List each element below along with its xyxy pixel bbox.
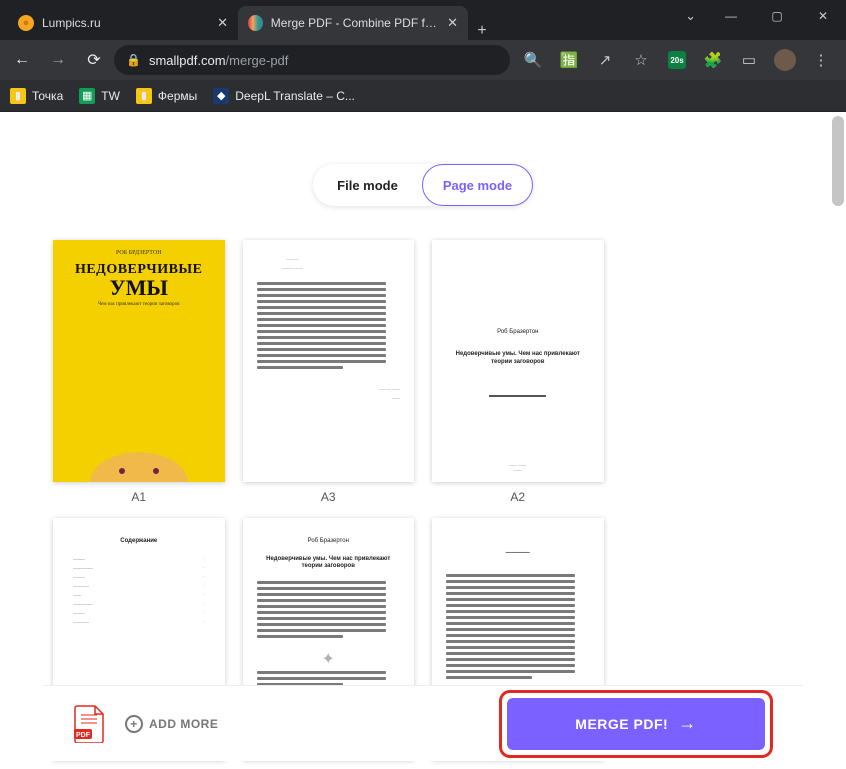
add-more-label: ADD MORE: [149, 717, 218, 731]
nav-reload-button[interactable]: ⟳: [78, 44, 110, 76]
close-icon[interactable]: ✕: [217, 15, 228, 31]
window-minimize-button[interactable]: ―: [708, 0, 754, 32]
page-thumb: Роб Бразертон Недоверчивые умы. Чем нас …: [432, 240, 604, 482]
tabstrip-chevron-icon[interactable]: ⌄: [685, 8, 696, 24]
page-label: A1: [53, 490, 225, 504]
file-mode-button[interactable]: File mode: [313, 164, 422, 206]
tab-lumpics[interactable]: ● Lumpics.ru ✕: [8, 6, 238, 40]
page-label: A3: [243, 490, 415, 504]
merge-pdf-button[interactable]: MERGE PDF! →: [507, 698, 765, 750]
page-thumb: ——— ——— —— ——— —— ——: [243, 240, 415, 482]
bookmark-label: Точка: [32, 89, 63, 103]
tabs: ● Lumpics.ru ✕ Merge PDF - Combine PDF f…: [8, 6, 496, 40]
omnibox[interactable]: 🔒 smallpdf.com/merge-pdf: [114, 45, 510, 75]
bookmark-tochka[interactable]: ▮ Точка: [10, 88, 63, 104]
bookmark-fermy[interactable]: ▮ Фермы: [136, 88, 197, 104]
bookmarks-bar: ▮ Точка ▦ TW ▮ Фермы ◆ DeepL Translate –…: [0, 80, 846, 112]
nav-forward-button[interactable]: →: [42, 44, 74, 76]
nav-back-button[interactable]: ←: [6, 44, 38, 76]
page-mode-button[interactable]: Page mode: [422, 164, 533, 206]
bookmark-label: DeepL Translate – С...: [235, 89, 355, 103]
window-close-button[interactable]: ✕: [800, 0, 846, 32]
tab-title: Lumpics.ru: [42, 16, 101, 30]
page-label: A2: [432, 490, 604, 504]
bookmark-tw[interactable]: ▦ TW: [79, 88, 120, 104]
folder-icon: ▮: [136, 88, 152, 104]
address-bar: ← → ⟳ 🔒 smallpdf.com/merge-pdf 🔍 🈯 ↗ ☆ 2…: [0, 40, 846, 80]
plus-icon: +: [125, 715, 143, 733]
close-icon[interactable]: ✕: [447, 15, 458, 31]
titlebar: ⌄ ― ▢ ✕ ● Lumpics.ru ✕ Merge PDF - Combi…: [0, 0, 846, 40]
lock-icon: 🔒: [126, 53, 141, 67]
scrollbar-thumb[interactable]: [832, 116, 844, 206]
page-content: File mode Page mode РОБ БРДЗЕРТОН НЕДОВЕ…: [0, 112, 846, 769]
scrollbar[interactable]: [832, 116, 844, 765]
mode-toggle: File mode Page mode: [313, 164, 533, 206]
page-a2[interactable]: Роб Бразертон Недоверчивые умы. Чем нас …: [432, 240, 604, 504]
favicon-smallpdf-icon: [248, 15, 263, 31]
share-icon[interactable]: ↗: [590, 45, 620, 75]
url-path: /merge-pdf: [226, 53, 289, 68]
favicon-lumpics-icon: ●: [18, 15, 34, 31]
profile-avatar[interactable]: [770, 45, 800, 75]
window-controls: ― ▢ ✕: [708, 0, 846, 32]
bookmark-label: TW: [101, 89, 120, 103]
page-a1[interactable]: РОБ БРДЗЕРТОН НЕДОВЕРЧИВЫЕ УМЫ Чем нас п…: [53, 240, 225, 504]
extension-badge[interactable]: 20s: [662, 45, 692, 75]
arrow-right-icon: →: [678, 713, 697, 734]
svg-text:PDF: PDF: [76, 732, 91, 739]
deepl-icon: ◆: [213, 88, 229, 104]
menu-icon[interactable]: ⋮: [806, 45, 836, 75]
pdf-file-icon: PDF: [73, 705, 105, 743]
url-domain: smallpdf.com: [149, 53, 226, 68]
sheet-icon: ▦: [79, 88, 95, 104]
tab-title: Merge PDF - Combine PDF files o: [271, 16, 439, 30]
bottom-bar: PDF + ADD MORE MERGE PDF! →: [43, 685, 803, 761]
merge-label: MERGE PDF!: [575, 716, 668, 732]
bookmark-label: Фермы: [158, 89, 197, 103]
page-thumb: РОБ БРДЗЕРТОН НЕДОВЕРЧИВЫЕ УМЫ Чем нас п…: [53, 240, 225, 482]
new-tab-button[interactable]: +: [468, 22, 496, 40]
page-a3[interactable]: ——— ——— —— ——— —— —— A3: [243, 240, 415, 504]
search-icon[interactable]: 🔍: [518, 45, 548, 75]
window-maximize-button[interactable]: ▢: [754, 0, 800, 32]
reader-icon[interactable]: ▭: [734, 45, 764, 75]
folder-icon: ▮: [10, 88, 26, 104]
bookmark-icon[interactable]: ☆: [626, 45, 656, 75]
extensions-icon[interactable]: 🧩: [698, 45, 728, 75]
pages-grid: РОБ БРДЗЕРТОН НЕДОВЕРЧИВЫЕ УМЫ Чем нас п…: [43, 240, 803, 760]
translate-icon[interactable]: 🈯: [554, 45, 584, 75]
bookmark-deepl[interactable]: ◆ DeepL Translate – С...: [213, 88, 355, 104]
merge-highlight: MERGE PDF! →: [499, 690, 773, 758]
add-more-button[interactable]: + ADD MORE: [125, 715, 218, 733]
tab-smallpdf[interactable]: Merge PDF - Combine PDF files o ✕: [238, 6, 468, 40]
toolbar-icons: 🔍 🈯 ↗ ☆ 20s 🧩 ▭ ⋮: [514, 45, 840, 75]
